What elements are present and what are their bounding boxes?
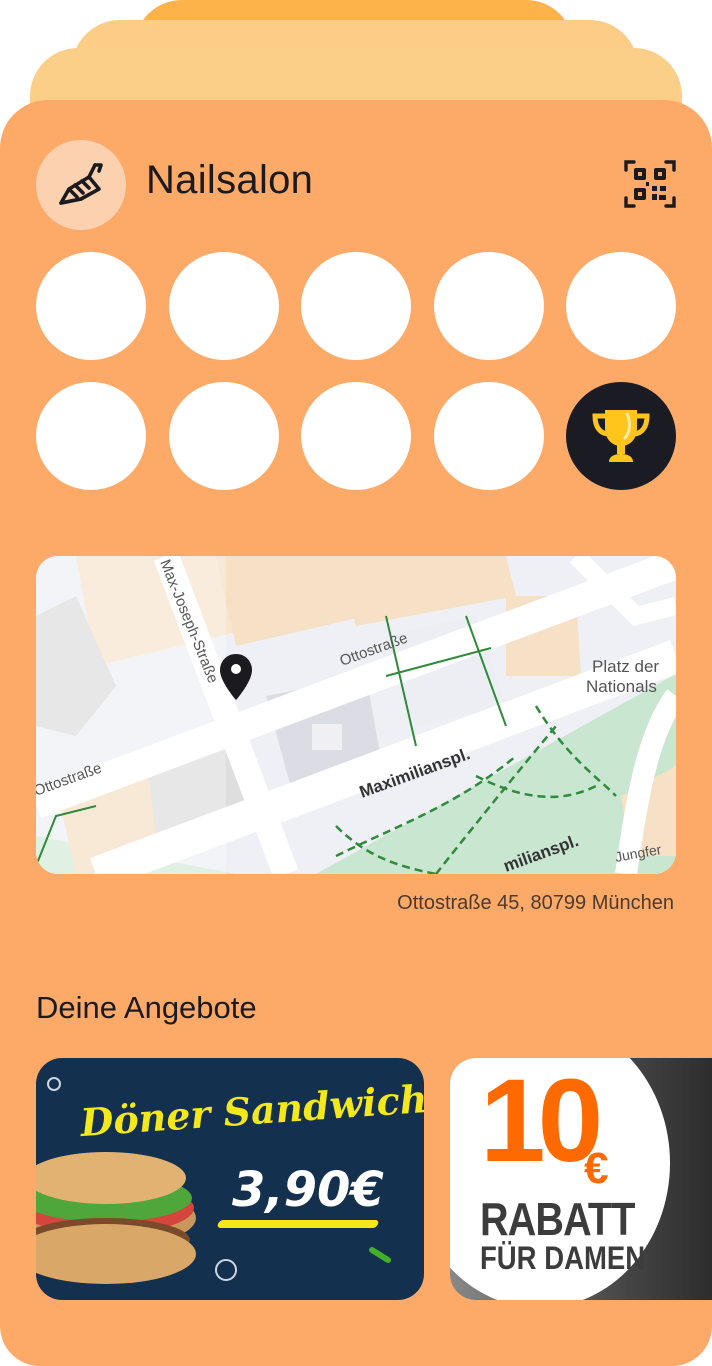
- stamp-slot: [433, 252, 544, 360]
- stamp-grid: [36, 252, 676, 512]
- stamp-slot: [168, 382, 279, 490]
- card-header: Nailsalon: [36, 140, 676, 230]
- business-title: Nailsalon: [146, 158, 314, 202]
- offers-heading: Deine Angebote: [36, 990, 257, 1025]
- offer-discount-amount: 10: [480, 1058, 603, 1187]
- stamp-row-2: [36, 382, 676, 490]
- offer-discount-sublabel: FÜR DAMEN: [480, 1240, 646, 1276]
- nail-polish-icon: [59, 163, 103, 205]
- stamp-slot: [168, 252, 279, 360]
- stamp-slot: [566, 252, 676, 360]
- location-map[interactable]: Max-Joseph-Straße Ottostraße Ottostraße …: [36, 556, 676, 874]
- offer-card-rabatt[interactable]: 10 € RABATT FÜR DAMEN: [450, 1058, 712, 1300]
- loyalty-card: Nailsalon Max-Joseph-Straße Ottostraße O…: [0, 100, 712, 1366]
- map-canvas[interactable]: Max-Joseph-Straße Ottostraße Ottostraße …: [36, 556, 676, 874]
- offer-card-doener[interactable]: Döner Sandwich 3,90€: [36, 1058, 424, 1300]
- offers-carousel[interactable]: Döner Sandwich 3,90€ 10 € RABATT FÜR DAM…: [36, 1058, 712, 1300]
- offer-discount-label: RABATT: [480, 1193, 635, 1245]
- qr-code-icon: [624, 160, 676, 208]
- business-logo: [36, 140, 126, 230]
- stamp-slot: [301, 382, 411, 490]
- stamp-slot: [36, 252, 146, 360]
- stamp-row-1: [36, 252, 676, 360]
- app-screen: Nailsalon Max-Joseph-Straße Ottostraße O…: [0, 0, 712, 1366]
- trophy-icon: [592, 410, 650, 462]
- address-text: Ottostraße 45, 80799 München: [397, 892, 674, 914]
- reward-stamp[interactable]: [566, 382, 676, 490]
- stamp-slot: [36, 382, 146, 490]
- offer-discount-currency: €: [584, 1144, 609, 1193]
- offer-price: 3,90€: [232, 1162, 384, 1218]
- stamp-slot: [433, 382, 544, 490]
- price-underline: [216, 1220, 380, 1228]
- place-label-platz-1: Platz der: [592, 657, 659, 676]
- qr-code-button[interactable]: [624, 158, 676, 210]
- stamp-slot: [301, 252, 411, 360]
- place-label-platz-2: Nationals: [586, 677, 657, 696]
